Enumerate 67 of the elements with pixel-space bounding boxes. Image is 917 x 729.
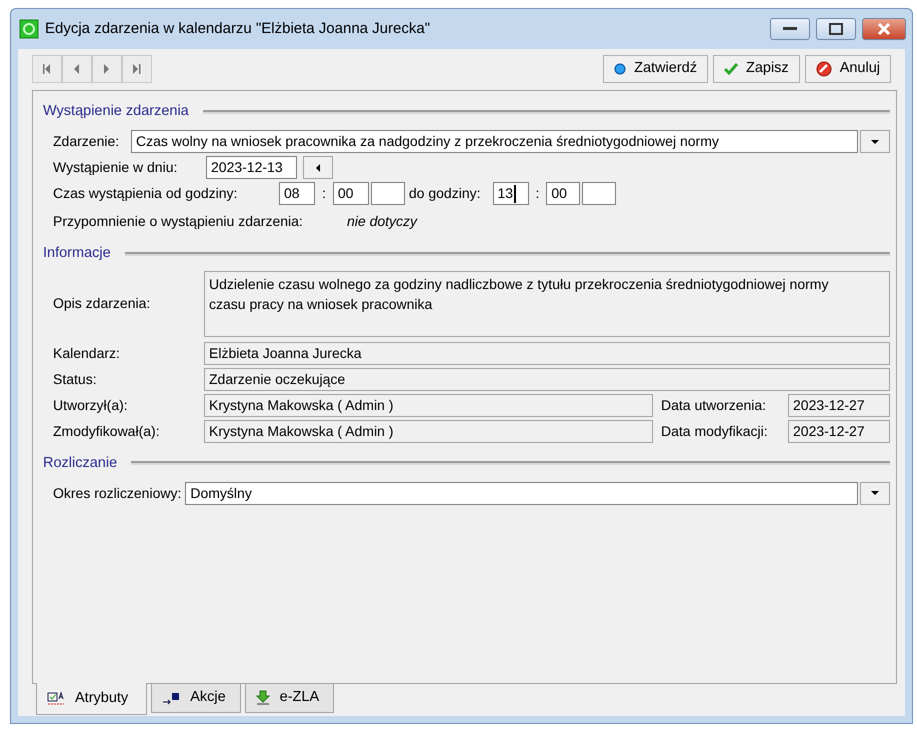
tab[interactable]: Akcje	[151, 684, 241, 713]
dropdown-button[interactable]	[860, 482, 890, 505]
field-label: Zdarzenie:	[53, 132, 120, 152]
field-label: Wystąpienie w dniu:	[53, 158, 178, 178]
form-icon	[47, 690, 65, 706]
close-icon	[877, 23, 891, 35]
maximize-button[interactable]	[816, 18, 856, 40]
field-label: Okres rozliczeniowy:	[53, 484, 182, 503]
no-entry-icon	[816, 61, 832, 77]
first-icon	[43, 64, 51, 74]
field-label: Kalendarz:	[53, 344, 121, 363]
time-separator: :	[321, 184, 327, 204]
time-separator: :	[534, 184, 540, 204]
next-record-button[interactable]	[92, 55, 122, 83]
window-title: Edycja zdarzenia w kalendarzu "Elżbieta Joanna Jurecka"	[45, 18, 432, 39]
right-arrow-icon	[104, 64, 110, 74]
dot-icon	[614, 63, 626, 75]
left-arrow-icon	[316, 164, 320, 172]
billing-period-combobox[interactable]: Domyślny	[185, 482, 858, 505]
description-field: Udzielenie czasu wolnego za godziny nadliczbowe z tytułu przekroczenia średniotygodniowej normy czasu pracy na wniosek pracownika	[204, 270, 890, 336]
field-label: Status:	[53, 370, 98, 389]
section-heading: Rozliczanie	[43, 454, 118, 472]
event-combobox[interactable]: Czas wolny na wniosek pracownika za nadgodziny z przekroczenia średniotygodniowej normy	[131, 130, 858, 154]
time-field[interactable]: 08	[279, 182, 315, 206]
readonly-field: Krystyna Makowska ( Admin )	[204, 394, 653, 417]
tab[interactable]: Atrybuty	[36, 683, 148, 715]
section-heading: Wystąpienie zdarzenia	[43, 102, 189, 121]
close-button[interactable]	[862, 18, 906, 40]
field-label: Data modyfikacji:	[660, 422, 769, 441]
previous-day-button[interactable]	[303, 156, 333, 180]
first-record-button[interactable]	[32, 55, 62, 83]
caret-icon	[871, 491, 879, 496]
readonly-date-field: 2023-12-27	[788, 420, 890, 443]
dropdown-button[interactable]	[860, 130, 890, 154]
time-field[interactable]: 13	[492, 182, 528, 206]
readonly-field: Elżbieta Joanna Jurecka	[204, 342, 890, 365]
field-label: Data utworzenia:	[660, 396, 768, 415]
save-button[interactable]: Zapisz	[712, 55, 800, 83]
maximize-icon	[829, 23, 843, 35]
arrow-square-icon	[162, 691, 180, 705]
time-field[interactable]: 00	[332, 182, 369, 206]
field-label: Utworzył(a):	[53, 396, 129, 415]
field-label: do godziny:	[408, 184, 480, 204]
readonly-date-field: 2023-12-27	[788, 394, 890, 417]
previous-record-button[interactable]	[62, 55, 92, 83]
cancel-button[interactable]: Anuluj	[804, 55, 891, 83]
left-arrow-icon	[74, 64, 80, 74]
check-icon	[724, 63, 738, 75]
field-label: Zmodyfikował(a):	[53, 422, 161, 441]
readonly-field: Zdarzenie oczekujące	[204, 368, 890, 391]
section-heading: Informacje	[43, 244, 111, 263]
last-record-button[interactable]	[122, 55, 152, 83]
readonly-field: Krystyna Makowska ( Admin )	[204, 420, 653, 443]
caret-icon	[871, 140, 879, 144]
field-label: Czas wystąpienia od godziny:	[53, 184, 238, 204]
minimize-icon	[783, 27, 797, 31]
download-icon	[256, 690, 270, 706]
last-icon	[133, 64, 141, 74]
reminder-value: nie dotyczy	[347, 212, 418, 232]
field-label: Przypomnienie o wystąpieniu zdarzenia:	[53, 212, 304, 232]
minimize-button[interactable]	[770, 18, 810, 40]
time-field[interactable]: 00	[546, 182, 580, 206]
date-field[interactable]: 2023-12-13	[206, 156, 297, 180]
app-icon	[19, 19, 39, 39]
field-label: Opis zdarzenia:	[53, 294, 152, 313]
confirm-button[interactable]: Zatwierdź	[603, 55, 708, 83]
tab[interactable]: e-ZLA	[244, 684, 334, 713]
